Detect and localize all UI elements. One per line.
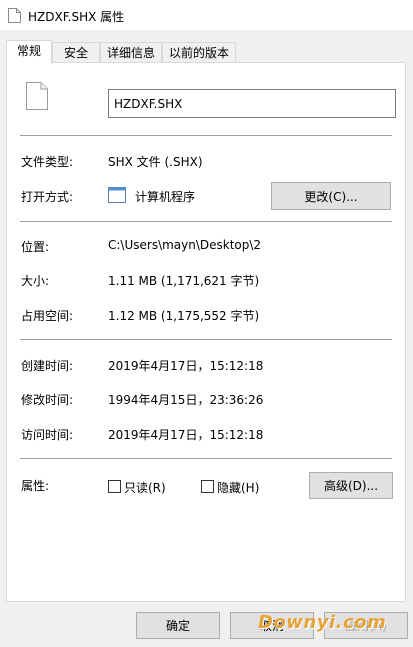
file-type-value: SHX 文件 (.SHX) [108, 155, 203, 169]
tab-previous-versions[interactable]: 以前的版本 [162, 42, 236, 63]
created-value: 2019年4月17日，15:12:18 [108, 359, 264, 373]
file-icon [8, 8, 21, 23]
created-label: 创建时间: [21, 359, 74, 373]
advanced-button[interactable]: 高级(D)... [309, 472, 393, 499]
size-value: 1.11 MB (1,171,621 字节) [108, 274, 260, 288]
location-label: 位置: [21, 240, 50, 254]
separator [20, 135, 392, 136]
size-on-disk-value: 1.12 MB (1,175,552 字节) [108, 309, 260, 323]
size-label: 大小: [21, 274, 50, 288]
file-name-input[interactable] [108, 89, 396, 118]
accessed-label: 访问时间: [21, 428, 74, 442]
tab-security[interactable]: 安全 [52, 42, 100, 63]
separator [20, 221, 392, 222]
readonly-checkbox[interactable] [108, 480, 121, 493]
program-icon [108, 187, 126, 203]
readonly-label[interactable]: 只读(R) [124, 479, 166, 496]
size-on-disk-label: 占用空间: [21, 309, 74, 323]
file-type-label: 文件类型: [21, 155, 74, 169]
attributes-label: 属性: [21, 479, 50, 493]
accessed-value: 2019年4月17日，15:12:18 [108, 428, 264, 442]
tab-details[interactable]: 详细信息 [100, 42, 162, 63]
open-with-value: 计算机程序 [135, 190, 196, 204]
general-panel: 文件类型: SHX 文件 (.SHX) 打开方式: 计算机程序 更改(C)...… [6, 62, 406, 602]
ok-button[interactable]: 确定 [136, 612, 220, 639]
separator [20, 458, 392, 459]
hidden-label[interactable]: 隐藏(H) [217, 479, 259, 496]
modified-label: 修改时间: [21, 393, 74, 407]
separator [20, 339, 392, 340]
title-bar: HZDXF.SHX 属性 [0, 0, 413, 30]
watermark-logo: Downyi.com [258, 612, 387, 633]
file-type-icon [26, 82, 48, 110]
change-button[interactable]: 更改(C)... [271, 182, 391, 210]
tab-general[interactable]: 常规 [6, 40, 52, 64]
open-with-label: 打开方式: [21, 190, 74, 204]
window-title: HZDXF.SHX 属性 [28, 10, 125, 24]
location-value: C:\Users\mayn\Desktop\2 [108, 238, 262, 252]
hidden-checkbox[interactable] [201, 480, 214, 493]
modified-value: 1994年4月15日，23:36:26 [108, 393, 264, 407]
